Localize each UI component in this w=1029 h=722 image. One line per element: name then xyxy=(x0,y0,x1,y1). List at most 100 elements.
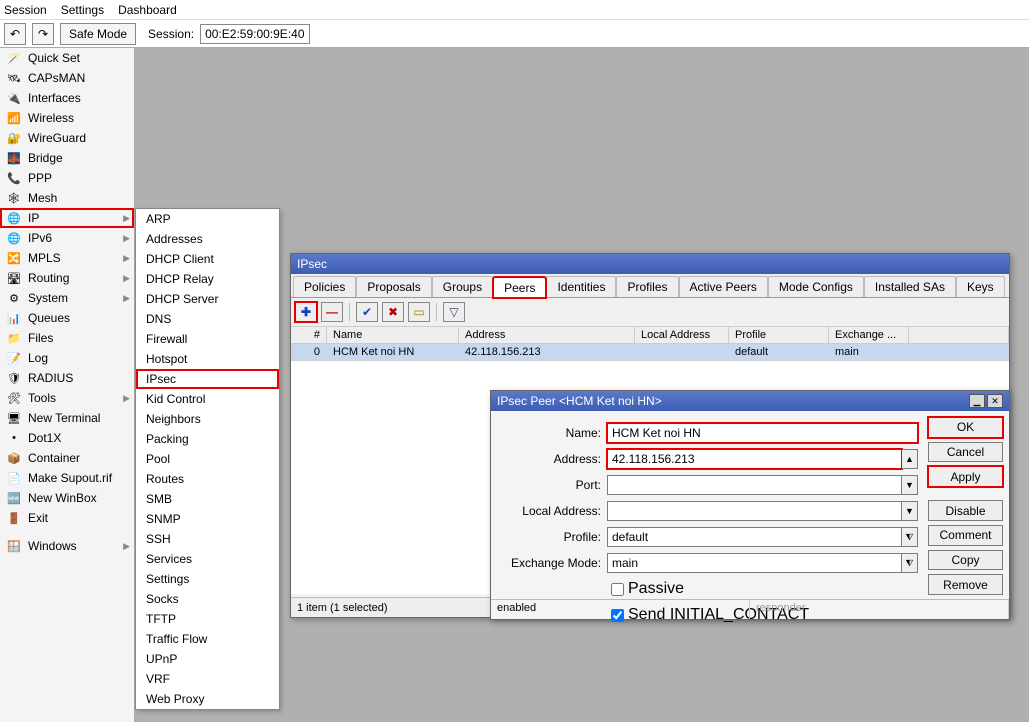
submenu-item-traffic-flow[interactable]: Traffic Flow xyxy=(136,629,279,649)
col-addr[interactable]: Address xyxy=(459,327,635,343)
remove-button[interactable]: Remove xyxy=(928,574,1003,595)
col-exch[interactable]: Exchange ... xyxy=(829,327,909,343)
submenu-item-pool[interactable]: Pool xyxy=(136,449,279,469)
exchange-mode-select[interactable]: main xyxy=(607,553,902,573)
submenu-item-dhcp-server[interactable]: DHCP Server xyxy=(136,289,279,309)
col-prof[interactable]: Profile xyxy=(729,327,829,343)
add-button[interactable]: ✚ xyxy=(295,302,317,322)
local-address-input[interactable] xyxy=(607,501,902,521)
sidebar-item-queues[interactable]: 📊Queues xyxy=(0,308,134,328)
sidebar-item-ip[interactable]: 🌐IP▶ xyxy=(0,208,134,228)
ipsec-window-titlebar[interactable]: IPsec xyxy=(291,254,1009,274)
submenu-item-web-proxy[interactable]: Web Proxy xyxy=(136,689,279,709)
sidebar-item-capsman[interactable]: 🛰CAPsMAN xyxy=(0,68,134,88)
submenu-item-services[interactable]: Services xyxy=(136,549,279,569)
remove-button[interactable]: — xyxy=(321,302,343,322)
submenu-item-arp[interactable]: ARP xyxy=(136,209,279,229)
sidebar-item-dot1x[interactable]: •Dot1X xyxy=(0,428,134,448)
sidebar-item-exit[interactable]: 🚪Exit xyxy=(0,508,134,528)
minimize-icon[interactable]: ▁ xyxy=(969,394,985,408)
apply-button[interactable]: Apply xyxy=(928,466,1003,487)
sidebar-item-ppp[interactable]: 📞PPP xyxy=(0,168,134,188)
name-input[interactable] xyxy=(607,423,918,443)
submenu-item-snmp[interactable]: SNMP xyxy=(136,509,279,529)
address-up-icon[interactable]: ▲ xyxy=(902,449,918,469)
sidebar-item-mpls[interactable]: 🔀MPLS▶ xyxy=(0,248,134,268)
tab-groups[interactable]: Groups xyxy=(432,276,493,297)
disable-button[interactable]: ✖ xyxy=(382,302,404,322)
sidebar-item-new-terminal[interactable]: 🖥New Terminal xyxy=(0,408,134,428)
tab-identities[interactable]: Identities xyxy=(546,276,616,297)
passive-checkbox[interactable] xyxy=(611,583,624,596)
address-input[interactable] xyxy=(607,449,902,469)
col-num[interactable]: # xyxy=(291,327,327,343)
menu-session[interactable]: Session xyxy=(4,3,47,17)
tab-policies[interactable]: Policies xyxy=(293,276,356,297)
col-laddr[interactable]: Local Address xyxy=(635,327,729,343)
submenu-item-kid-control[interactable]: Kid Control xyxy=(136,389,279,409)
submenu-item-routes[interactable]: Routes xyxy=(136,469,279,489)
sidebar-item-radius[interactable]: 🛡RADIUS xyxy=(0,368,134,388)
sidebar-item-bridge[interactable]: 🌉Bridge xyxy=(0,148,134,168)
submenu-item-dns[interactable]: DNS xyxy=(136,309,279,329)
sidebar-item-quick-set[interactable]: 🪄Quick Set xyxy=(0,48,134,68)
filter-button[interactable]: ▽ xyxy=(443,302,465,322)
submenu-item-settings[interactable]: Settings xyxy=(136,569,279,589)
tab-installed-sas[interactable]: Installed SAs xyxy=(864,276,956,297)
copy-button[interactable]: Copy xyxy=(928,550,1003,571)
sidebar-item-windows[interactable]: 🪟Windows▶ xyxy=(0,536,134,556)
submenu-item-hotspot[interactable]: Hotspot xyxy=(136,349,279,369)
submenu-item-dhcp-relay[interactable]: DHCP Relay xyxy=(136,269,279,289)
tab-keys[interactable]: Keys xyxy=(956,276,1005,297)
undo-button[interactable]: ↶ xyxy=(4,23,26,45)
sidebar-item-mesh[interactable]: 🕸Mesh xyxy=(0,188,134,208)
col-name[interactable]: Name xyxy=(327,327,459,343)
comment-button[interactable]: Comment xyxy=(928,525,1003,546)
exchange-mode-dropdown-icon[interactable]: ⧨ xyxy=(902,553,918,573)
sidebar-item-wireless[interactable]: 📶Wireless xyxy=(0,108,134,128)
menu-settings[interactable]: Settings xyxy=(61,3,104,17)
disable-button[interactable]: Disable xyxy=(928,500,1003,521)
cancel-button[interactable]: Cancel xyxy=(928,442,1003,463)
profile-select[interactable]: default xyxy=(607,527,902,547)
tab-proposals[interactable]: Proposals xyxy=(356,276,431,297)
submenu-item-tftp[interactable]: TFTP xyxy=(136,609,279,629)
comment-button[interactable]: ▭ xyxy=(408,302,430,322)
sidebar-item-make-supout.rif[interactable]: 📄Make Supout.rif xyxy=(0,468,134,488)
menu-dashboard[interactable]: Dashboard xyxy=(118,3,177,17)
tab-active-peers[interactable]: Active Peers xyxy=(679,276,768,297)
tab-peers[interactable]: Peers xyxy=(493,277,546,298)
profile-dropdown-icon[interactable]: ⧨ xyxy=(902,527,918,547)
close-icon[interactable]: ✕ xyxy=(987,394,1003,408)
local-address-down-icon[interactable]: ▼ xyxy=(902,501,918,521)
submenu-item-smb[interactable]: SMB xyxy=(136,489,279,509)
submenu-item-ssh[interactable]: SSH xyxy=(136,529,279,549)
ok-button[interactable]: OK xyxy=(928,417,1003,438)
sidebar-item-interfaces[interactable]: 🔌Interfaces xyxy=(0,88,134,108)
port-input[interactable] xyxy=(607,475,902,495)
tab-profiles[interactable]: Profiles xyxy=(616,276,678,297)
submenu-item-addresses[interactable]: Addresses xyxy=(136,229,279,249)
sidebar-item-new-winbox[interactable]: 🆕New WinBox xyxy=(0,488,134,508)
submenu-item-ipsec[interactable]: IPsec xyxy=(136,369,279,389)
sidebar-item-routing[interactable]: 🛣Routing▶ xyxy=(0,268,134,288)
table-row[interactable]: 0 HCM Ket noi HN 42.118.156.213 default … xyxy=(291,344,1009,361)
peer-dialog-titlebar[interactable]: IPsec Peer <HCM Ket noi HN> ▁ ✕ xyxy=(491,391,1009,411)
tab-mode-configs[interactable]: Mode Configs xyxy=(768,276,864,297)
sidebar-item-container[interactable]: 📦Container xyxy=(0,448,134,468)
port-down-icon[interactable]: ▼ xyxy=(902,475,918,495)
submenu-item-upnp[interactable]: UPnP xyxy=(136,649,279,669)
sidebar-item-wireguard[interactable]: 🔐WireGuard xyxy=(0,128,134,148)
enable-button[interactable]: ✔ xyxy=(356,302,378,322)
sidebar-item-files[interactable]: 📁Files xyxy=(0,328,134,348)
sidebar-item-ipv6[interactable]: 🌐IPv6▶ xyxy=(0,228,134,248)
submenu-item-firewall[interactable]: Firewall xyxy=(136,329,279,349)
safe-mode-button[interactable]: Safe Mode xyxy=(60,23,136,45)
sidebar-item-tools[interactable]: 🛠Tools▶ xyxy=(0,388,134,408)
submenu-item-packing[interactable]: Packing xyxy=(136,429,279,449)
submenu-item-neighbors[interactable]: Neighbors xyxy=(136,409,279,429)
sidebar-item-log[interactable]: 📝Log xyxy=(0,348,134,368)
sidebar-item-system[interactable]: ⚙System▶ xyxy=(0,288,134,308)
submenu-item-socks[interactable]: Socks xyxy=(136,589,279,609)
submenu-item-vrf[interactable]: VRF xyxy=(136,669,279,689)
